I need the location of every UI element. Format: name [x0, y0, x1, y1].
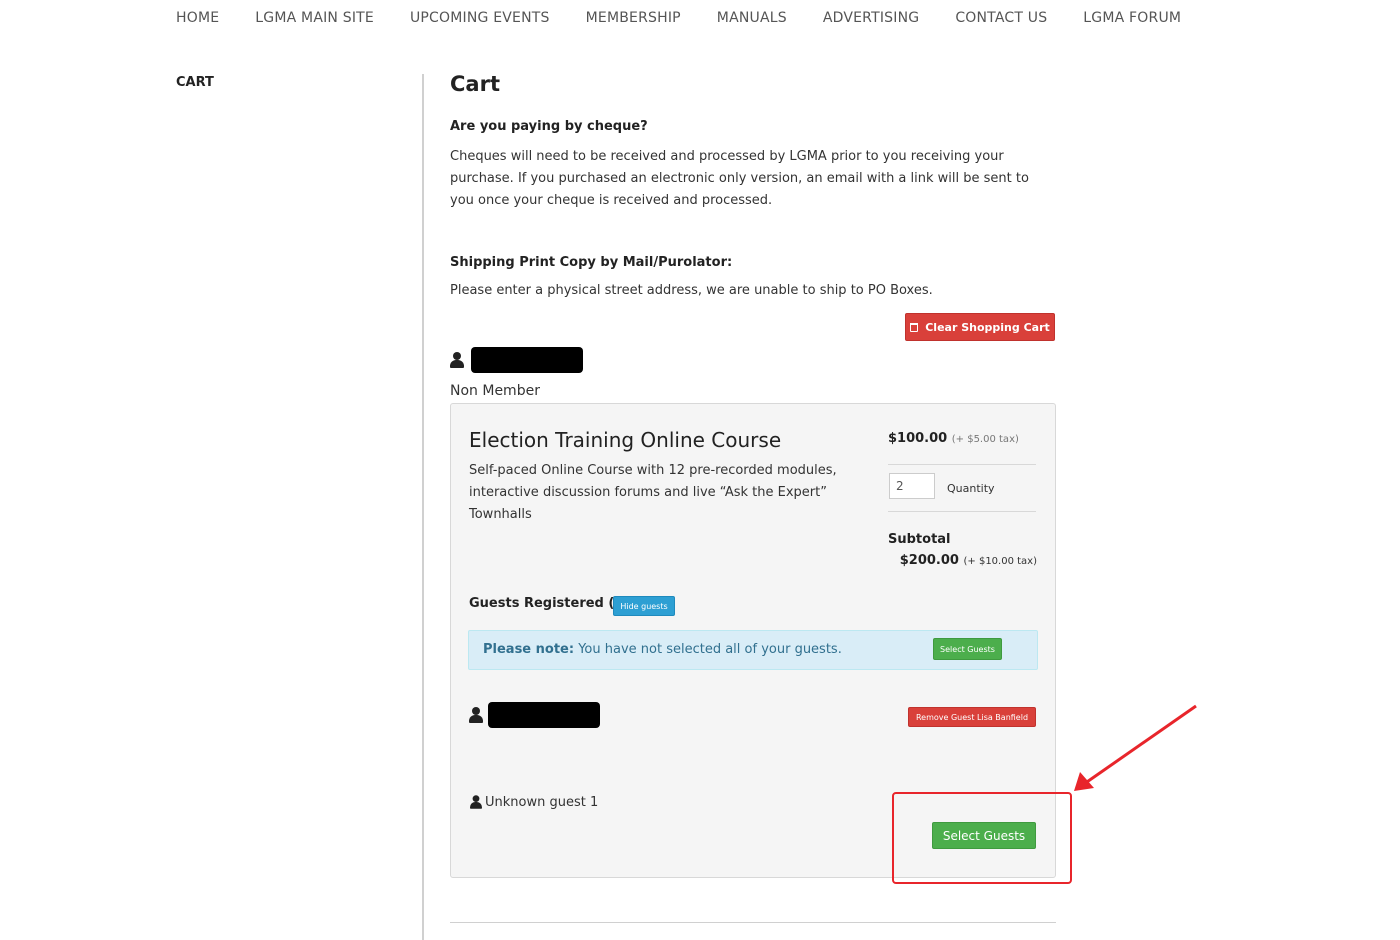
quantity-label: Quantity	[947, 482, 995, 495]
top-nav: HOME LGMA MAIN SITE UPCOMING EVENTS MEMB…	[176, 10, 1217, 26]
user-icon	[469, 707, 483, 723]
nav-contact-us[interactable]: CONTACT US	[955, 10, 1047, 26]
customer-row	[450, 347, 583, 373]
user-icon	[470, 795, 482, 809]
item-price: $100.00 (+ $5.00 tax)	[888, 431, 1019, 446]
trash-icon	[910, 322, 919, 332]
redacted-guest-name	[488, 702, 600, 728]
nav-advertising[interactable]: ADVERTISING	[823, 10, 919, 26]
user-icon	[450, 352, 464, 368]
page-title: Cart	[450, 72, 500, 96]
guest-row-unknown: Unknown guest 1	[469, 794, 598, 810]
annotation-highlight-box	[892, 792, 1072, 884]
cart-main: Cart Are you paying by cheque? Cheques w…	[450, 72, 1056, 878]
shipping-text: Please enter a physical street address, …	[450, 283, 933, 298]
sidebar-divider	[422, 74, 424, 940]
note-message: You have not selected all of your guests…	[578, 642, 842, 657]
cheque-text: Cheques will need to be received and pro…	[450, 149, 1029, 208]
item-title: Election Training Online Course	[469, 428, 782, 452]
nav-lgma-main-site[interactable]: LGMA MAIN SITE	[255, 10, 374, 26]
clear-cart-label: Clear Shopping Cart	[925, 320, 1050, 334]
hide-guests-button[interactable]: Hide guests	[613, 596, 675, 616]
subtotal-tax: (+ $10.00 tax)	[963, 556, 1038, 567]
note-select-guests-button[interactable]: Select Guests	[933, 638, 1002, 660]
nav-upcoming-events[interactable]: UPCOMING EVENTS	[410, 10, 550, 26]
bottom-divider	[450, 922, 1056, 923]
annotation-arrow-icon	[1074, 704, 1197, 791]
subtotal-amount: $200.00	[899, 553, 959, 568]
clear-cart-button[interactable]: Clear Shopping Cart	[905, 313, 1055, 341]
item-description: Self-paced Online Course with 12 pre-rec…	[469, 463, 837, 522]
redacted-customer-name	[471, 347, 583, 373]
sidebar-title: CART	[176, 75, 214, 90]
nav-home[interactable]: HOME	[176, 10, 219, 26]
quantity-input[interactable]	[889, 473, 935, 499]
cheque-heading: Are you paying by cheque?	[450, 119, 648, 134]
subtotal-value: $200.00 (+ $10.00 tax)	[900, 553, 1037, 568]
nav-manuals[interactable]: MANUALS	[717, 10, 787, 26]
nav-lgma-forum[interactable]: LGMA FORUM	[1083, 10, 1181, 26]
shipping-heading: Shipping Print Copy by Mail/Purolator:	[450, 255, 733, 270]
remove-guest-button[interactable]: Remove Guest Lisa Banfield	[908, 707, 1036, 727]
item-price-value: $100.00	[888, 431, 948, 446]
guests-note-alert: Please note: You have not selected all o…	[468, 630, 1038, 670]
price-divider	[888, 464, 1036, 465]
unknown-guest-label: Unknown guest 1	[485, 794, 599, 810]
guest-row-registered	[469, 702, 600, 728]
quantity-divider	[888, 511, 1036, 512]
item-price-tax: (+ $5.00 tax)	[951, 434, 1019, 445]
subtotal-label: Subtotal	[888, 532, 951, 547]
note-text: Please note: You have not selected all o…	[483, 642, 842, 657]
note-strong: Please note:	[483, 642, 575, 657]
nav-membership[interactable]: MEMBERSHIP	[586, 10, 681, 26]
member-type: Non Member	[450, 383, 540, 399]
